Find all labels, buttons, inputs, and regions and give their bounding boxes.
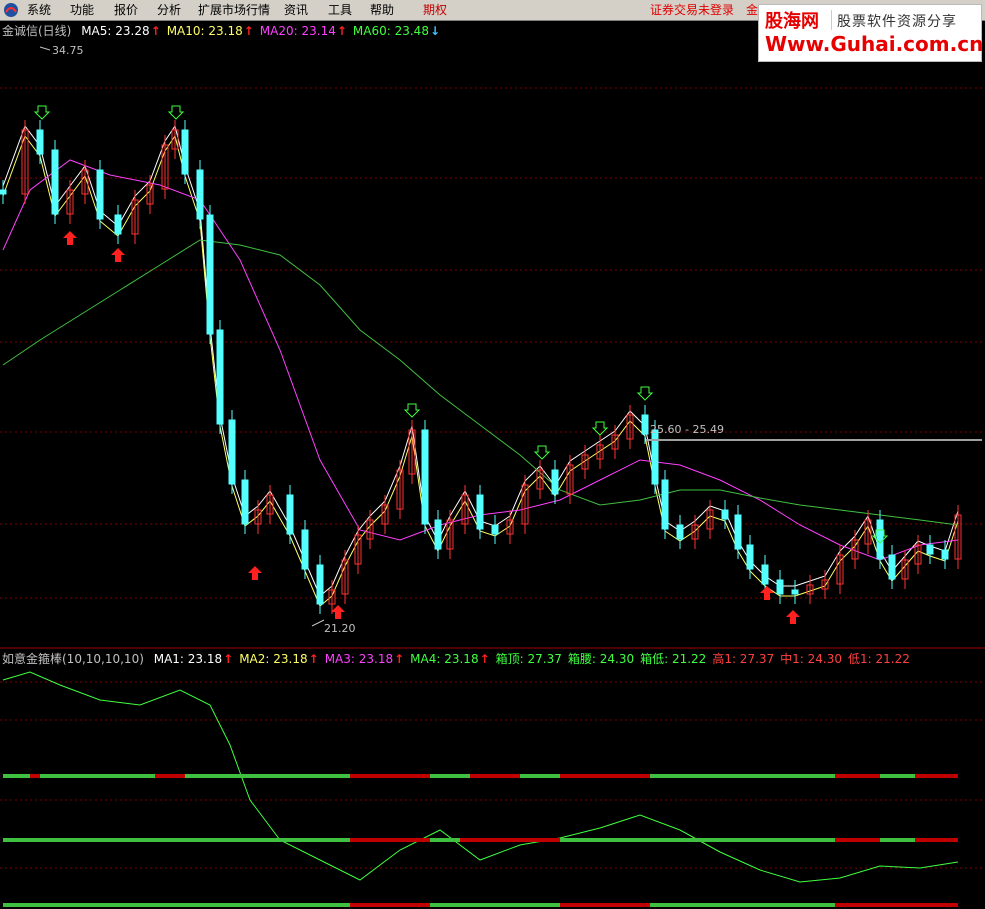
candle-body	[228, 419, 236, 485]
candlestick-series	[0, 120, 962, 614]
candle-body	[241, 479, 249, 525]
candle-body	[721, 509, 729, 520]
candle-body	[36, 129, 44, 155]
candle-body	[51, 149, 59, 215]
buy-arrow-icon	[786, 610, 800, 624]
grid-lines	[0, 87, 985, 869]
candle-body	[181, 129, 189, 175]
sell-arrow-icon	[167, 105, 185, 120]
low-price-label: 21.20	[324, 622, 356, 635]
candle-body	[421, 429, 429, 525]
sell-arrow-icon	[403, 403, 421, 418]
kline-chart[interactable]: 21.20 34.75 25.60 - 25.49	[0, 0, 985, 909]
candle-body	[216, 329, 224, 425]
candle-body	[491, 524, 499, 535]
candle-body	[776, 579, 784, 595]
buy-arrow-icon	[63, 231, 77, 245]
candle-body	[114, 214, 122, 235]
sell-arrow-icon	[636, 386, 654, 401]
signal-arrows	[33, 105, 889, 624]
candle-body	[734, 514, 742, 550]
candle-body	[791, 589, 799, 595]
candle-body	[434, 519, 442, 550]
candle-body	[661, 479, 669, 530]
candle-body	[206, 214, 214, 335]
candle-body	[551, 469, 559, 495]
candle-body	[926, 544, 934, 555]
range-label: 25.60 - 25.49	[650, 423, 724, 436]
oscillator-panel	[2, 671, 959, 907]
high-price-label: 34.75	[52, 44, 84, 57]
candle-body	[316, 564, 324, 605]
ma60-line	[2, 239, 959, 526]
candle-body	[476, 494, 484, 530]
candle-body	[301, 529, 309, 570]
candle-body	[286, 494, 294, 535]
candle-body	[876, 519, 884, 560]
candle-body	[761, 564, 769, 585]
candle-body	[941, 549, 949, 560]
sell-arrow-icon	[533, 445, 551, 460]
candle-body	[651, 429, 659, 485]
buy-arrow-icon	[248, 566, 262, 580]
candle-body	[641, 414, 649, 435]
sell-arrow-icon	[591, 421, 609, 436]
candle-body	[746, 544, 754, 570]
candle-body	[888, 554, 896, 580]
candle-body	[676, 524, 684, 540]
candle-body	[196, 169, 204, 220]
candle-body	[96, 169, 104, 220]
sell-arrow-icon	[33, 105, 51, 120]
price-annotations: 21.20 34.75 25.60 - 25.49	[39, 44, 982, 635]
buy-arrow-icon	[111, 248, 125, 262]
buy-arrow-icon	[331, 605, 345, 619]
candle-body	[0, 189, 7, 195]
